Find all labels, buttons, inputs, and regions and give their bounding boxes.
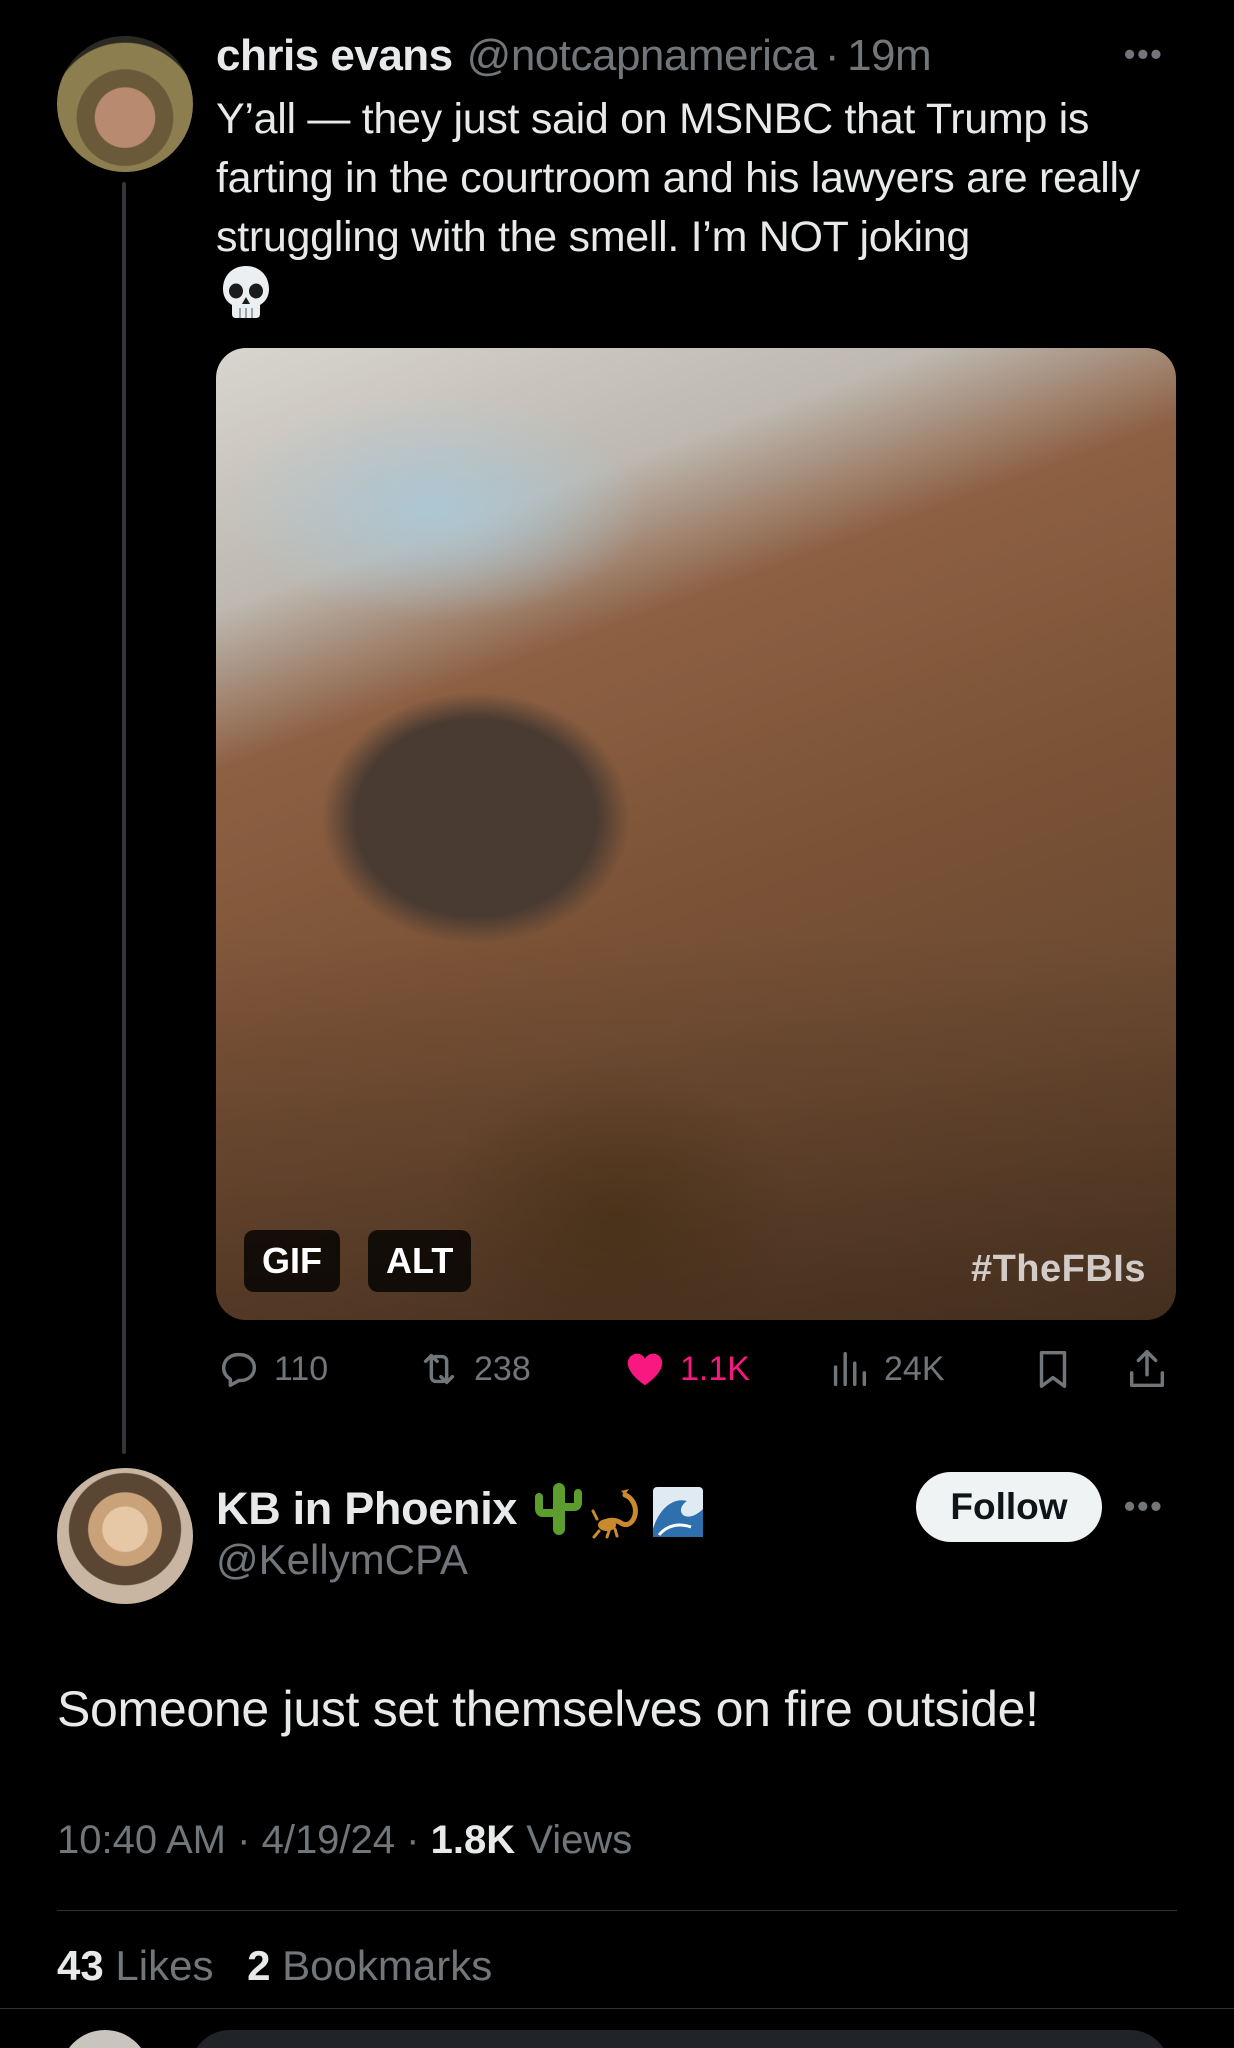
media-overlay [216,348,1176,1320]
more-dots-icon[interactable]: ••• [1124,36,1164,73]
gif-badge: GIF [244,1230,340,1292]
author-handle[interactable]: @KellymCPA [216,1536,468,1584]
tweet-text: Someone just set themselves on fire outs… [57,1681,1039,1737]
bookmarks-label: Bookmarks [282,1942,493,1989]
divider [0,2008,1234,2009]
retweet-icon [423,1353,455,1385]
alt-text-button[interactable]: ALT [368,1230,472,1292]
scorpion-emoji [591,1489,639,1539]
gif-media[interactable]: GIF ALT #TheFBIs [216,348,1176,1320]
share-button[interactable] [1124,1340,1170,1398]
retweet-count: 238 [474,1349,531,1388]
tweet-header: chris evans @notcapnamerica · 19m [216,28,932,84]
heart-icon [627,1353,663,1386]
author-name[interactable]: KB in Phoenix [216,1483,517,1535]
avatar [60,2030,150,2048]
divider [57,1910,1177,1911]
post-time[interactable]: 10:40 AM [57,1818,226,1862]
reply-count: 110 [274,1349,329,1388]
analytics-icon [833,1351,867,1387]
thread-connector-line [122,182,126,1454]
avatar[interactable] [57,1468,193,1604]
views-button[interactable]: 24K [826,1340,945,1398]
avatar[interactable] [57,36,193,172]
more-dots-icon[interactable]: ••• [1124,1488,1164,1525]
engagement-stats: 43 Likes 2 Bookmarks [57,1942,514,1990]
views-label: Views [526,1818,633,1862]
likes-count: 43 [57,1942,104,1989]
bookmarks-stat[interactable]: 2 Bookmarks [247,1942,492,1989]
separator: · [824,31,840,80]
cactus-emoji [535,1483,583,1535]
views-count: 24K [884,1349,945,1388]
tweet-text: Y’all — they just said on MSNBC that Tru… [216,95,1140,261]
share-icon [1129,1350,1165,1388]
reply-icon [221,1352,257,1388]
likes-label: Likes [115,1942,214,1989]
post-date[interactable]: 4/19/24 [262,1818,395,1862]
bookmarks-count: 2 [247,1942,271,1989]
timestamp[interactable]: 19m [847,31,932,81]
tweet-meta: 10:40 AM · 4/19/24 · 1.8K Views [57,1818,632,1863]
wave-emoji [653,1487,704,1537]
author-name[interactable]: chris evans [216,31,453,81]
reply-button[interactable]: 110 [216,1340,328,1398]
media-watermark: #TheFBIs [970,1248,1146,1290]
reply-author-row: KB in Phoenix [216,1476,711,1542]
bookmark-button[interactable] [1030,1340,1076,1398]
author-handle[interactable]: @notcapnamerica [467,31,818,81]
likes-stat[interactable]: 43 Likes [57,1942,213,1989]
separator: · [406,1818,431,1862]
like-button[interactable]: 1.1K [622,1340,750,1398]
reply-input[interactable] [190,2030,1170,2048]
views-count: 1.8K [430,1818,516,1862]
follow-button[interactable]: Follow [916,1472,1102,1542]
bookmark-icon [1039,1350,1067,1388]
skull-emoji [223,266,269,318]
like-count: 1.1K [680,1349,750,1388]
retweet-button[interactable]: 238 [416,1340,531,1398]
separator: · [237,1818,262,1862]
